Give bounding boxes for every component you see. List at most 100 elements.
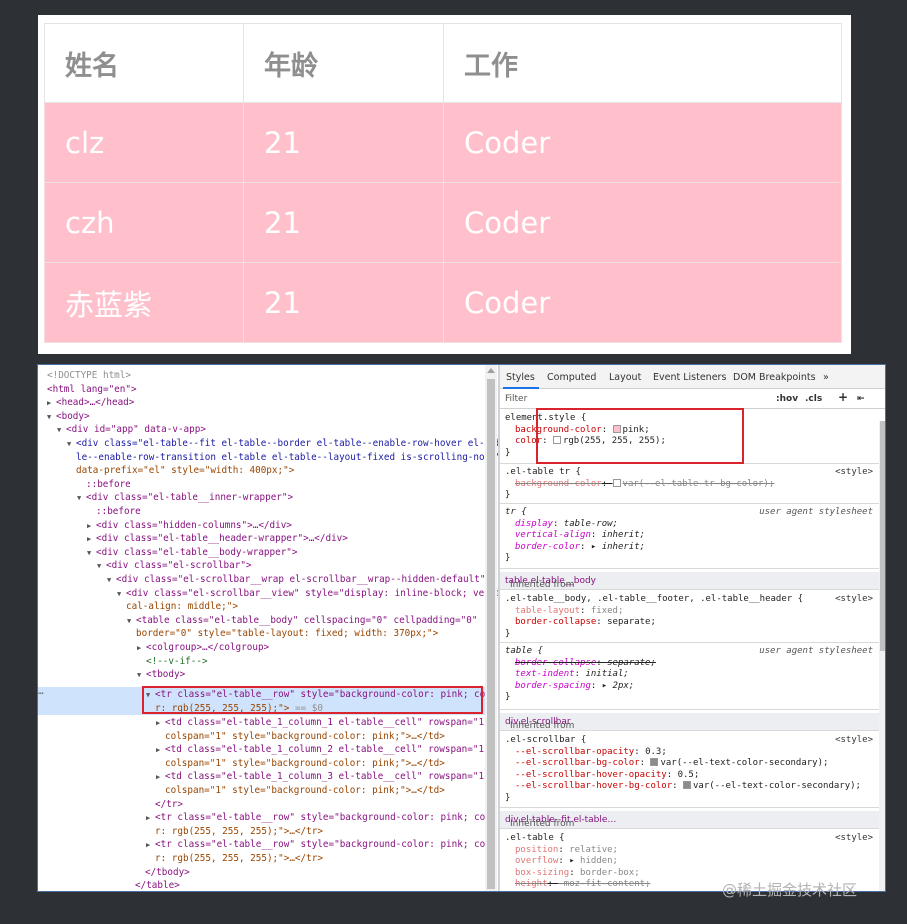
toggle-sidebar-icon[interactable]: ⇤ [857,394,865,406]
td-column2-line1[interactable]: <td class="el-table_1_column_2 el-table_… [165,744,490,755]
elements-tree[interactable]: <!DOCTYPE html> <html lang="en"> ▶ <head>… [38,365,498,891]
scroll-up-icon[interactable] [487,368,495,373]
prop-value[interactable]: 0.3; [645,747,667,757]
el-table-node-line1[interactable]: <div class="el-table--fit el-table--bord… [76,438,498,449]
tab-dom-breakpoints[interactable]: DOM Breakpoints [733,372,816,384]
white-swatch-icon[interactable] [612,478,621,487]
prop-value[interactable]: 0.5; [678,770,700,780]
prop-name[interactable]: --el-scrollbar-hover-bg-color [515,781,672,791]
rule-source-link[interactable]: <style> [835,467,873,479]
prop-value[interactable]: var(--el-text-color-secondary); [693,781,861,791]
table-body-node-line1[interactable]: <table class="el-table__body" cellspacin… [136,615,477,626]
colgroup-node[interactable]: <colgroup>…</colgroup> [146,642,269,653]
expand-arrow-icon[interactable]: ▶ [156,744,165,758]
rule-source-link[interactable]: <style> [835,735,873,747]
collapse-arrow-icon[interactable]: ▼ [57,424,66,438]
gutter-dots-icon[interactable]: … [38,685,44,699]
scroll-thumb[interactable] [487,379,495,889]
prop-value[interactable]: var(--el-text-color-secondary); [660,758,828,768]
collapse-arrow-icon[interactable]: ▼ [67,438,76,452]
prop-value[interactable]: hidden; [580,856,618,866]
prop-value[interactable]: separate; [607,617,656,627]
v-if-comment: <!--v-if--> [146,655,208,667]
rule-selector[interactable]: .el-table__body, .el-table__footer, .el-… [505,594,803,606]
prop-name[interactable]: overflow [515,856,558,866]
expand-arrow-icon[interactable]: ▶ [47,397,56,411]
gray-swatch-icon[interactable] [682,781,691,790]
collapse-arrow-icon[interactable]: ▼ [77,492,86,506]
hov-button[interactable]: :hov [776,394,798,406]
cls-button[interactable]: .cls [805,394,822,406]
filter-bar: Filter :hov .cls + ⇤ [500,390,885,409]
body-wrapper-node[interactable]: <div class="el-table__body-wrapper"> [96,547,298,558]
tab-styles[interactable]: Styles [506,372,535,384]
filter-input[interactable]: Filter [505,394,527,406]
prop-name[interactable]: background-color [515,479,602,489]
prop-value[interactable]: -moz-fit-content; [558,879,650,889]
prop-value: initial; [585,669,629,680]
expand-arrow-icon[interactable]: ▶ [146,812,155,826]
expand-arrow-icon[interactable]: ▶ [146,839,155,853]
head-node[interactable]: <head>…</head> [56,397,134,408]
app-node[interactable]: <div id="app" data-v-app> [66,424,206,435]
rule-selector: table { [505,646,543,656]
scrollbar-node[interactable]: <div class="el-scrollbar"> [106,560,252,571]
rule-selector[interactable]: .el-table { [505,833,565,845]
rule-selector[interactable]: .el-scrollbar { [505,735,586,747]
gray-swatch-icon[interactable] [650,758,659,767]
new-rule-button[interactable]: + [838,391,848,404]
prop-name[interactable]: --el-scrollbar-hover-opacity [515,770,667,780]
collapse-arrow-icon[interactable]: ▼ [87,547,96,561]
prop-name[interactable]: box-sizing [515,868,569,878]
more-tabs-icon[interactable]: » [823,372,829,384]
tab-layout[interactable]: Layout [609,372,641,384]
rule-source-link[interactable]: <style> [835,833,873,845]
before-pseudo[interactable]: ::before [96,506,141,517]
table-header-row: 姓名 年龄 工作 [44,23,842,103]
td-column3-line1[interactable]: <td class="el-table_1_column_3 el-table_… [165,771,490,782]
hidden-columns-node[interactable]: <div class="hidden-columns">…</div> [96,520,292,531]
elements-scrollbar[interactable] [485,365,497,891]
inner-wrapper-node[interactable]: <div class="el-table__inner-wrapper"> [86,492,293,503]
prop-value[interactable]: fixed; [591,606,624,616]
scrollbar-view-node-line1[interactable]: <div class="el-scrollbar__view" style="d… [126,588,498,599]
collapse-arrow-icon[interactable]: ▼ [97,560,106,574]
html-node[interactable]: <html lang="en"> [47,384,137,395]
expand-arrow-icon[interactable]: ▶ [156,717,165,731]
header-wrapper-node[interactable]: <div class="el-table__header-wrapper">…<… [96,533,348,544]
prop-value[interactable]: var(--el-table-tr-bg-color); [623,479,775,489]
cell-job: Coder [443,262,842,343]
td-column1-line1[interactable]: <td class="el-table_1_column_1 el-table_… [165,717,490,728]
tr-row3-line1[interactable]: <tr class="el-table__row" style="backgro… [155,839,496,850]
tr-row2-line1[interactable]: <tr class="el-table__row" style="backgro… [155,812,496,823]
before-pseudo[interactable]: ::before [86,479,131,490]
tab-event-listeners[interactable]: Event Listeners [653,372,726,384]
collapse-arrow-icon[interactable]: ▼ [137,669,146,683]
expand-arrow-icon[interactable]: ▶ [156,771,165,785]
collapse-arrow-icon[interactable]: ▼ [47,411,56,425]
prop-name[interactable]: table-layout [515,606,580,616]
rule-selector[interactable]: .el-table tr { [505,467,581,479]
scrollbar-wrap-node[interactable]: <div class="el-scrollbar__wrap el-scroll… [116,574,491,585]
tbody-node[interactable]: <tbody> [146,669,185,680]
prop-name[interactable]: height [515,879,548,889]
styles-scrollbar[interactable] [879,421,885,891]
prop-value[interactable]: border-box; [580,868,640,878]
body-node[interactable]: <body> [56,411,90,422]
prop-name[interactable]: --el-scrollbar-bg-color [515,758,640,768]
collapse-arrow-icon[interactable]: ▼ [127,615,136,629]
devtools-panel: <!DOCTYPE html> <html lang="en"> ▶ <head>… [37,364,886,892]
cell-name: czh [44,182,244,263]
prop-name[interactable]: position [515,845,558,855]
expand-arrow-icon[interactable]: ▶ [87,533,96,547]
prop-name[interactable]: border-collapse [515,617,596,627]
prop-value[interactable]: relative; [569,845,618,855]
expand-arrow-icon[interactable]: ▶ [137,642,146,656]
tab-computed[interactable]: Computed [547,372,596,384]
collapse-arrow-icon[interactable]: ▼ [107,574,116,588]
expand-arrow-icon[interactable]: ▶ [87,520,96,534]
scroll-thumb[interactable] [880,421,885,651]
rule-source-link[interactable]: <style> [835,594,873,606]
collapse-arrow-icon[interactable]: ▼ [117,588,126,602]
prop-name[interactable]: --el-scrollbar-opacity [515,747,634,757]
